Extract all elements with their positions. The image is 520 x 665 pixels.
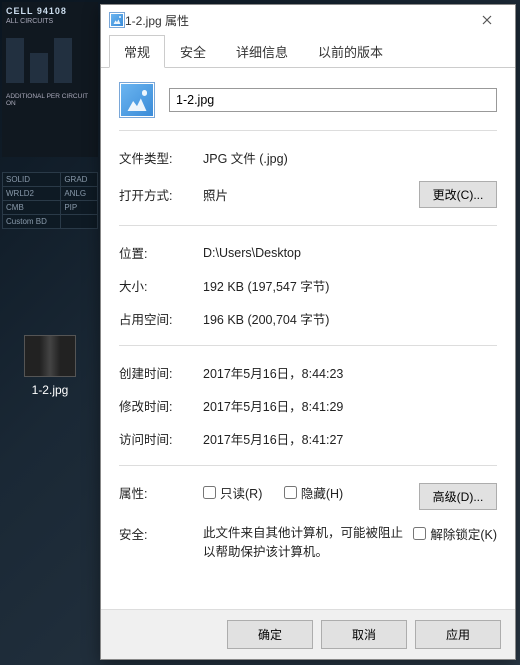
tab-general[interactable]: 常规 (109, 35, 165, 68)
readonly-text: 只读(R) (220, 483, 262, 502)
unblock-text: 解除锁定(K) (430, 524, 497, 543)
close-button[interactable] (467, 6, 507, 34)
dialog-footer: 确定 取消 应用 (101, 609, 515, 659)
readonly-input[interactable] (203, 486, 216, 499)
modified-value: 2017年5月16日，8:41:29 (203, 396, 497, 415)
sizedisk-value: 196 KB (200,704 字节) (203, 309, 497, 328)
tab-content: 文件类型: JPG 文件 (.jpg) 打开方式: 照片 更改(C)... 位置… (101, 68, 515, 609)
divider (119, 345, 497, 346)
divider (119, 130, 497, 131)
accessed-label: 访问时间: (119, 429, 193, 448)
created-value: 2017年5月16日，8:44:23 (203, 363, 497, 382)
divider (119, 225, 497, 226)
openswith-value: 照片 (203, 185, 409, 204)
modified-label: 修改时间: (119, 396, 193, 415)
bg-bars (6, 33, 94, 83)
openswith-label: 打开方式: (119, 185, 193, 204)
filename-input[interactable] (169, 88, 497, 112)
desktop-file-label: 1-2.jpg (18, 383, 82, 397)
titlebar[interactable]: 1-2.jpg 属性 (101, 5, 515, 35)
tab-security[interactable]: 安全 (165, 35, 221, 68)
size-label: 大小: (119, 276, 193, 295)
security-label: 安全: (119, 524, 193, 543)
bg-addl: ADDITIONAL PER CIRCUIT ON (6, 93, 94, 107)
size-value: 192 KB (197,547 字节) (203, 276, 497, 295)
readonly-checkbox[interactable]: 只读(R) (203, 483, 262, 502)
close-icon (482, 15, 492, 25)
tab-previous-versions[interactable]: 以前的版本 (303, 35, 398, 68)
attributes-label: 属性: (119, 483, 193, 502)
hidden-input[interactable] (284, 486, 297, 499)
security-text: 此文件来自其他计算机，可能被阻止以帮助保护该计算机。 (203, 524, 403, 562)
file-thumbnail (24, 335, 76, 377)
change-button[interactable]: 更改(C)... (419, 181, 497, 208)
dialog-title: 1-2.jpg 属性 (125, 12, 189, 29)
hidden-checkbox[interactable]: 隐藏(H) (284, 483, 343, 502)
unblock-input[interactable] (413, 527, 426, 540)
hidden-text: 隐藏(H) (301, 483, 343, 502)
advanced-button[interactable]: 高级(D)... (419, 483, 497, 510)
tab-details[interactable]: 详细信息 (221, 35, 303, 68)
sizedisk-label: 占用空间: (119, 309, 193, 328)
location-label: 位置: (119, 243, 193, 262)
divider (119, 465, 497, 466)
created-label: 创建时间: (119, 363, 193, 382)
tab-strip: 常规 安全 详细信息 以前的版本 (101, 35, 515, 68)
bg-panel: CELL 94108 ALL CIRCUITS ADDITIONAL PER C… (2, 2, 98, 157)
filetype-label: 文件类型: (119, 148, 193, 167)
cancel-button[interactable]: 取消 (321, 620, 407, 649)
location-value: D:\Users\Desktop (203, 246, 497, 260)
properties-dialog: 1-2.jpg 属性 常规 安全 详细信息 以前的版本 文件类型: JPG 文件… (100, 4, 516, 660)
ok-button[interactable]: 确定 (227, 620, 313, 649)
accessed-value: 2017年5月16日，8:41:27 (203, 429, 497, 448)
bg-cell-label: CELL 94108 (6, 6, 94, 16)
file-type-icon (119, 82, 155, 118)
filetype-value: JPG 文件 (.jpg) (203, 148, 497, 167)
bg-all-circuits: ALL CIRCUITS (6, 18, 94, 25)
desktop-file-icon[interactable]: 1-2.jpg (18, 335, 82, 397)
bg-grid: SOLIDGRADWRLD2ANLGCMBPIPCustom BD (2, 172, 98, 229)
image-file-icon (109, 12, 125, 28)
apply-button[interactable]: 应用 (415, 620, 501, 649)
unblock-checkbox[interactable]: 解除锁定(K) (413, 524, 497, 543)
